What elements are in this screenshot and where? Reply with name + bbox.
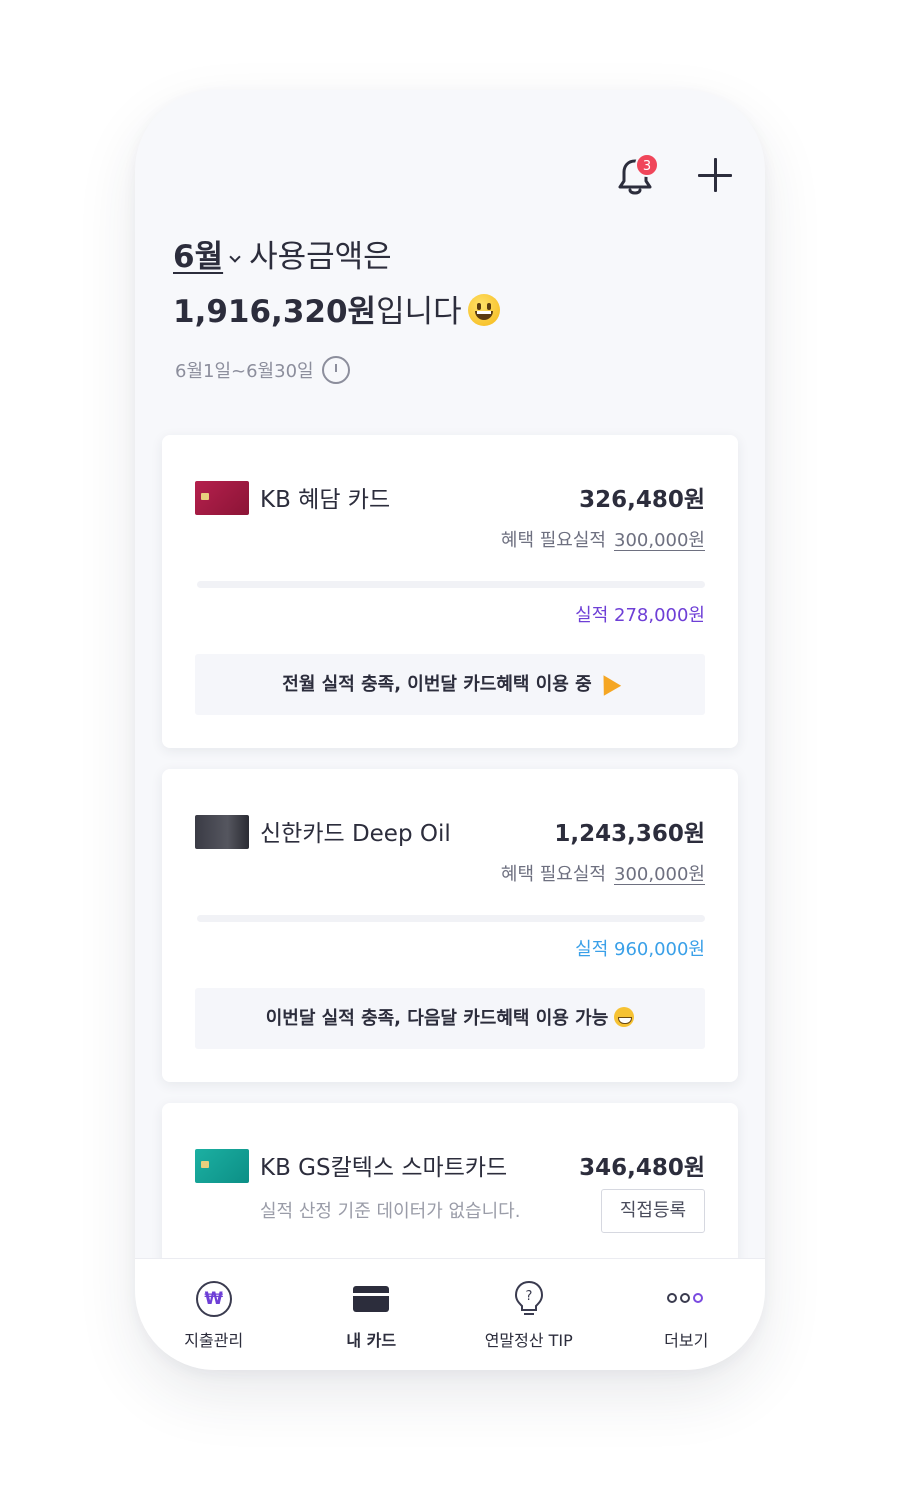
card-image [195, 815, 249, 849]
notification-button[interactable]: 3 [615, 153, 659, 197]
card-name: KB GS칼텍스 스마트카드 [260, 1155, 508, 1181]
required-label: 혜택 필요실적 [500, 530, 606, 551]
performance-amount: 실적 960,000원 [575, 939, 705, 960]
spending-headline: 6월 사용금액은 1,916,320원입니다 [173, 230, 500, 340]
timer-icon[interactable] [321, 356, 350, 384]
total-amount: 1,916,320원 [173, 294, 377, 330]
required-label: 혜택 필요실적 [500, 864, 606, 885]
tab-spending[interactable]: ₩ 지출관리 [135, 1259, 293, 1370]
register-button[interactable]: 직접등록 [601, 1189, 705, 1233]
performance-amount: 실적 278,000원 [575, 605, 705, 626]
svg-text:?: ? [525, 1289, 532, 1304]
benefit-notice: 이번달 실적 충족, 다음달 카드혜택 이용 가능 [195, 988, 705, 1049]
tab-my-card[interactable]: 내 카드 [293, 1259, 451, 1370]
headline-line2-suffix: 입니다 [376, 294, 462, 330]
more-icon [667, 1293, 706, 1303]
card-image [195, 1149, 249, 1183]
tab-label: 내 카드 [346, 1331, 397, 1350]
tab-more[interactable]: 더보기 [608, 1259, 766, 1370]
grinning-face-icon [614, 1007, 635, 1027]
won-icon: ₩ [195, 1281, 232, 1317]
party-popper-icon [594, 670, 621, 696]
no-data-message: 실적 산정 기준 데이터가 없습니다. [260, 1201, 521, 1222]
notification-badge: 3 [635, 153, 659, 177]
progress-bar [197, 915, 705, 922]
required-performance: 혜택 필요실적 300,000원 [501, 526, 705, 552]
notice-text: 전월 실적 충족, 이번달 카드혜택 이용 중 [282, 674, 592, 695]
required-value[interactable]: 300,000원 [614, 530, 705, 551]
benefit-notice: 전월 실적 충족, 이번달 카드혜택 이용 중 [195, 654, 705, 715]
top-bar: 3 [615, 150, 735, 200]
phone-frame: 3 6월 사용금액은 1,916,320원입니다 6월1일~6월30일 KB 혜담… [135, 90, 765, 1370]
tab-label: 지출관리 [184, 1331, 244, 1350]
tab-label: 더보기 [664, 1331, 709, 1350]
card-total: 1,243,360원 [554, 821, 705, 847]
required-value[interactable]: 300,000원 [614, 864, 705, 885]
required-performance: 혜택 필요실적 300,000원 [501, 860, 705, 886]
period-range: 6월1일~6월30일 [175, 356, 350, 384]
card-total: 346,480원 [579, 1155, 705, 1181]
lightbulb-icon: ? [514, 1280, 543, 1315]
card-name: KB 혜담 카드 [260, 487, 391, 513]
tab-tax-tip[interactable]: ? 연말정산 TIP [450, 1259, 608, 1370]
add-icon[interactable] [695, 155, 735, 195]
progress-bar [197, 581, 705, 588]
tab-label: 연말정산 TIP [484, 1331, 573, 1350]
card-total: 326,480원 [579, 487, 705, 513]
card-image [195, 481, 249, 515]
grinning-face-icon [467, 294, 500, 326]
headline-line1-suffix: 사용금액은 [249, 239, 392, 275]
month-selector[interactable]: 6월 [173, 239, 223, 275]
card-name: 신한카드 Deep Oil [260, 821, 451, 847]
card-item[interactable]: 신한카드 Deep Oil 1,243,360원 혜택 필요실적 300,000원… [162, 769, 738, 1082]
notice-text: 이번달 실적 충족, 다음달 카드혜택 이용 가능 [265, 1008, 609, 1029]
bottom-tab-bar: ₩ 지출관리 내 카드 ? 연말정산 TIP 더보기 [135, 1258, 765, 1370]
card-item[interactable]: KB 혜담 카드 326,480원 혜택 필요실적 300,000원 실적 278… [162, 435, 738, 748]
card-icon [353, 1286, 390, 1312]
period-text: 6월1일~6월30일 [175, 361, 314, 382]
chevron-down-icon[interactable] [229, 251, 241, 263]
